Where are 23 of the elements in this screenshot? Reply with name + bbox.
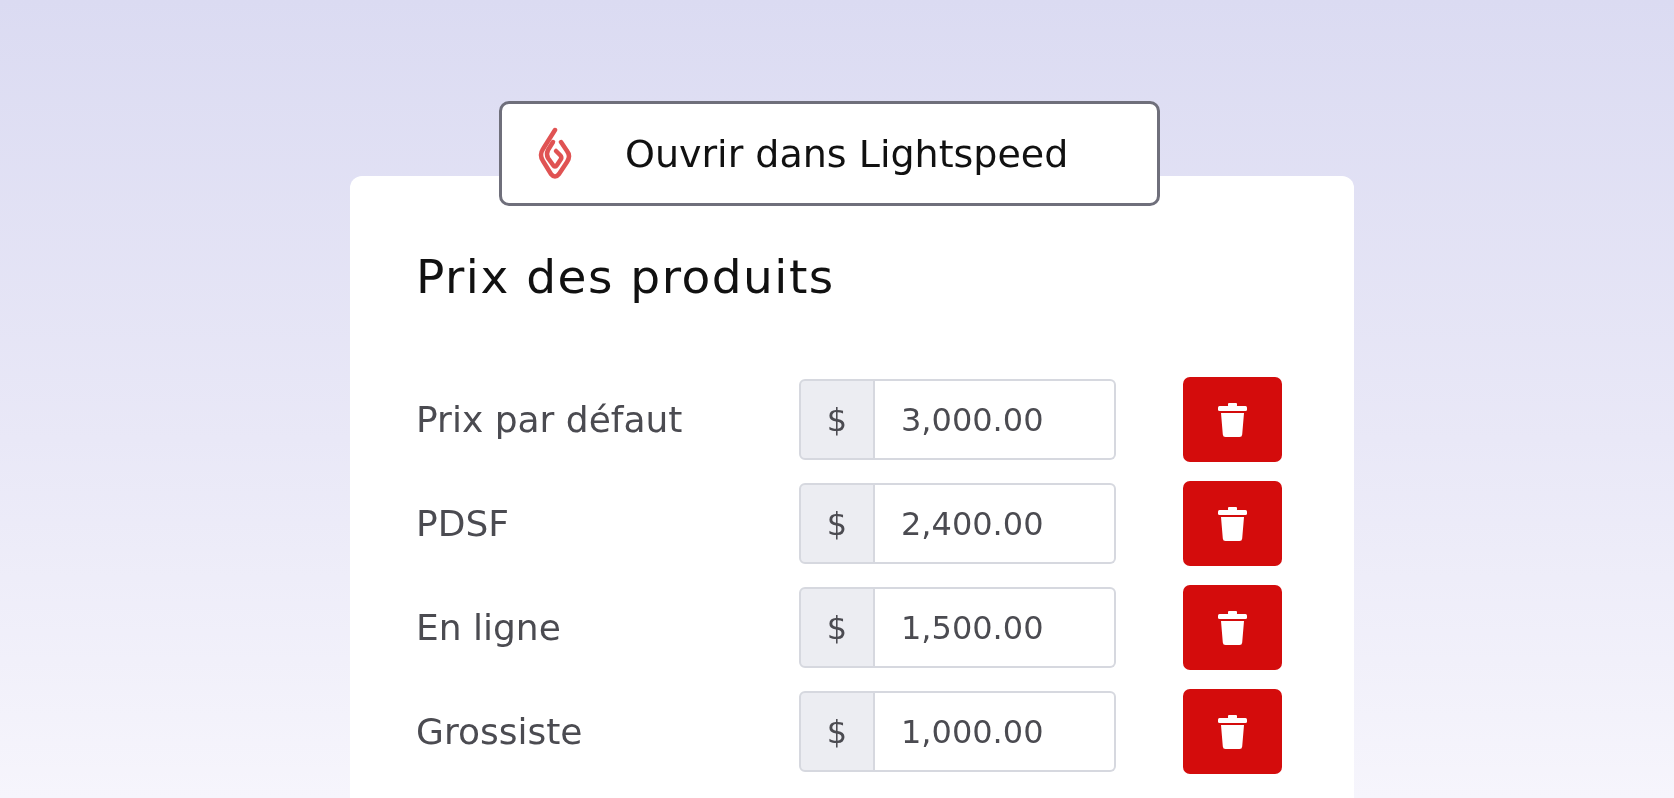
trash-icon [1218,714,1247,749]
trash-icon [1218,610,1247,645]
delete-button[interactable] [1183,377,1282,462]
price-input[interactable]: 2,400.00 [875,483,1116,564]
price-label: Prix par défaut [416,399,684,440]
currency-prefix: $ [799,379,875,460]
currency-prefix: $ [799,483,875,564]
trash-icon [1218,402,1247,437]
currency-prefix: $ [799,587,875,668]
price-input[interactable]: 1,500.00 [875,587,1116,668]
price-label: Grossiste [416,711,584,752]
price-label: En ligne [416,607,562,648]
trash-icon [1218,506,1247,541]
price-label: PDSF [416,503,510,544]
price-input[interactable]: 1,000.00 [875,691,1116,772]
drop-logo-icon [537,126,573,181]
delete-button[interactable] [1183,585,1282,670]
open-button[interactable]: Ouvrir dans Lightspeed [499,101,1160,206]
delete-button[interactable] [1183,481,1282,566]
delete-button[interactable] [1183,689,1282,774]
section-title: Prix des produits [416,248,836,306]
price-input[interactable]: 3,000.00 [875,379,1116,460]
currency-prefix: $ [799,691,875,772]
